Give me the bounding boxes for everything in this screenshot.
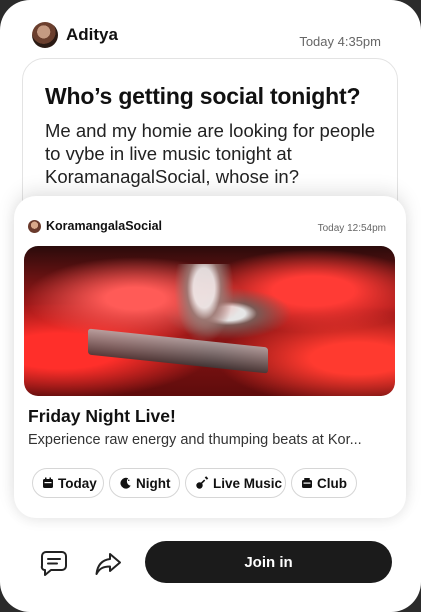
post-actions: Join in: [0, 540, 421, 586]
comment-icon[interactable]: [40, 549, 68, 577]
shared-event-card[interactable]: KoramangalaSocial Today 12:54pm Friday N…: [14, 196, 406, 518]
tag-label: Night: [136, 475, 171, 491]
tag-club[interactable]: Club: [291, 468, 357, 498]
event-photo[interactable]: [24, 246, 395, 396]
tag-label: Live Music: [213, 475, 283, 491]
post-body: Me and my homie are looking for people t…: [45, 120, 376, 187]
join-in-button[interactable]: Join in: [145, 541, 392, 583]
post-timestamp: Today 4:35pm: [299, 34, 381, 49]
venue-avatar-icon: [28, 220, 41, 233]
calendar-icon: [43, 477, 53, 488]
venue-name[interactable]: KoramangalaSocial: [46, 219, 162, 233]
share-icon[interactable]: [94, 551, 122, 577]
post-card: Aditya Today 4:35pm Who’s getting social…: [0, 0, 421, 612]
moon-icon: [120, 477, 131, 489]
event-title: Friday Night Live!: [28, 406, 176, 426]
tag-live-music[interactable]: Live Music: [185, 468, 286, 498]
club-icon: [302, 478, 312, 488]
stage-light: [174, 264, 234, 344]
guitar-icon: [196, 476, 209, 489]
post-header: Aditya Today 4:35pm: [32, 22, 381, 50]
tag-label: Today: [58, 475, 97, 491]
event-description: Experience raw energy and thumping beats…: [28, 432, 362, 448]
tag-today[interactable]: Today: [32, 468, 104, 498]
tag-night[interactable]: Night: [109, 468, 180, 498]
tag-label: Club: [317, 475, 347, 491]
author-name[interactable]: Aditya: [66, 25, 118, 45]
author-avatar[interactable]: [32, 22, 58, 48]
post-title: Who’s getting social tonight?: [45, 83, 361, 109]
event-timestamp: Today 12:54pm: [317, 223, 386, 234]
